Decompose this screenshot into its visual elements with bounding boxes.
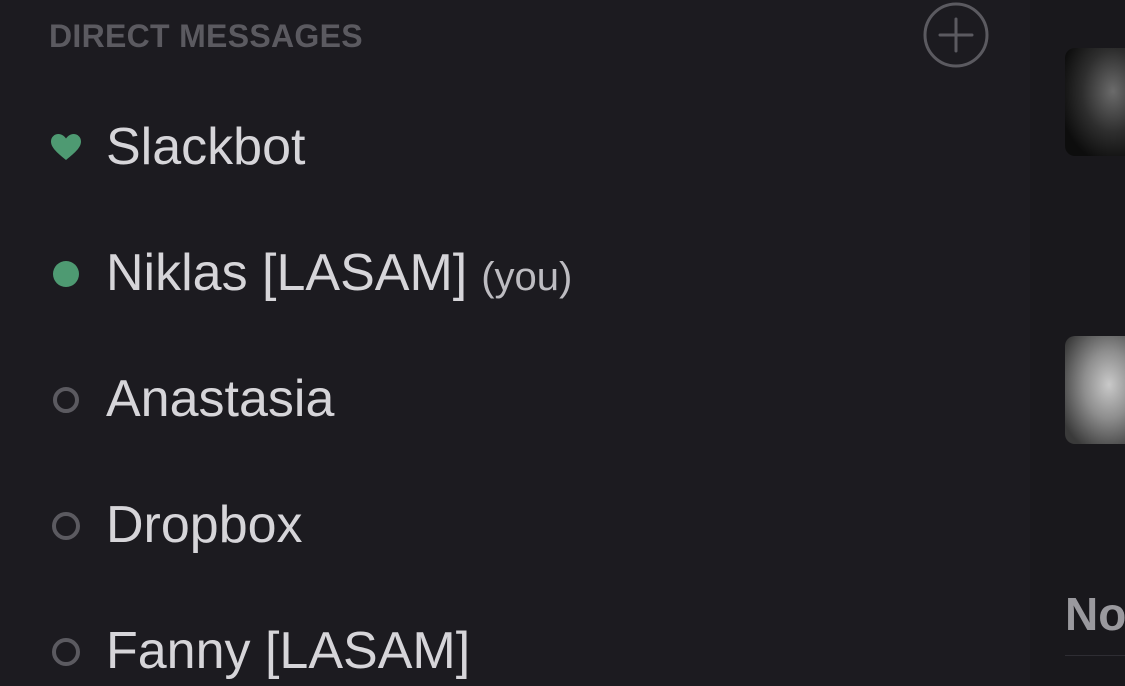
heart-icon [50, 132, 82, 164]
dm-name-text: Anastasia [106, 370, 335, 428]
dm-item-anastasia[interactable]: Anastasia [0, 336, 1000, 462]
presence-online-icon [50, 258, 82, 290]
dm-name-text: Slackbot [106, 118, 306, 176]
dm-item-dropbox[interactable]: Dropbox [0, 462, 1000, 588]
dm-item-niklas[interactable]: Niklas [LASAM] (you) [0, 210, 1000, 336]
dm-name: Fanny [LASAM] [106, 621, 470, 681]
dm-name: Niklas [LASAM] (you) [106, 243, 572, 307]
dm-name-text: Dropbox [106, 496, 303, 554]
dm-name: Anastasia [106, 369, 334, 429]
divider [1065, 655, 1125, 656]
presence-away-icon [50, 384, 82, 416]
app-root: DIRECT MESSAGES Slackbot Niklas [LASAM] … [0, 0, 1125, 686]
dm-name: Dropbox [106, 495, 303, 555]
sidebar: DIRECT MESSAGES Slackbot Niklas [LASAM] … [0, 0, 1030, 686]
plus-circle-icon [923, 2, 989, 68]
presence-away-icon [50, 510, 82, 542]
dm-item-fanny[interactable]: Fanny [LASAM] [0, 588, 1000, 686]
section-title[interactable]: DIRECT MESSAGES [49, 16, 363, 56]
dm-name: Slackbot [106, 117, 305, 177]
dm-item-slackbot[interactable]: Slackbot [0, 84, 1000, 210]
dm-name-text: Fanny [LASAM] [106, 622, 471, 680]
main-panel: No [1030, 0, 1125, 686]
dm-name-text: Niklas [LASAM] [106, 244, 468, 302]
avatar[interactable] [1065, 48, 1125, 156]
main-heading: No [1065, 588, 1125, 640]
add-direct-message-button[interactable] [923, 2, 989, 68]
avatar[interactable] [1065, 336, 1125, 444]
direct-messages-header: DIRECT MESSAGES [49, 2, 999, 68]
presence-away-icon [50, 636, 82, 668]
you-indicator: (you) [481, 255, 573, 299]
